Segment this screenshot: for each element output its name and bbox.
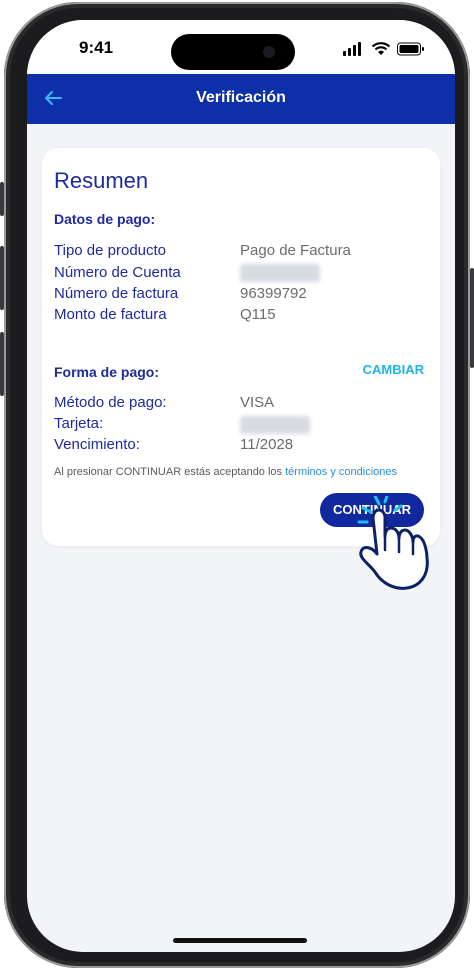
home-indicator [173, 938, 307, 943]
status-icons [343, 42, 425, 56]
summary-title: Resumen [54, 168, 149, 193]
change-payment-button[interactable]: CAMBIAR [363, 362, 424, 377]
card-number-value-redacted [240, 416, 310, 434]
terms-text: Al presionar CONTINUAR estás aceptando l… [54, 466, 283, 478]
screen: 9:41 Verificación Resumen Datos de pago:… [27, 20, 455, 952]
invoice-amount-value: Q115 [240, 306, 276, 323]
account-number-value-redacted [240, 264, 320, 282]
card-label: Tarjeta: [54, 415, 104, 432]
payment-method-value: VISA [240, 394, 275, 411]
dynamic-island [171, 34, 295, 70]
volume-down-button [0, 332, 4, 396]
camera-icon [263, 46, 275, 58]
account-number-label: Número de Cuenta [54, 264, 181, 281]
volume-up-button [0, 246, 4, 310]
silent-switch [0, 182, 4, 216]
status-bar: 9:41 [27, 20, 455, 74]
status-time: 9:41 [79, 38, 114, 57]
product-type-value: Pago de Factura [240, 242, 351, 259]
invoice-number-label: Número de factura [54, 285, 179, 302]
battery-icon [397, 42, 424, 56]
wifi-icon [371, 42, 391, 55]
page-title: Verificación [196, 89, 286, 106]
signal-icon [343, 42, 365, 56]
summary-card: Resumen Datos de pago: Tipo de producto … [42, 148, 440, 546]
power-button [470, 268, 474, 368]
invoice-number-value: 96399792 [240, 285, 307, 302]
payment-data-heading: Datos de pago: [54, 211, 156, 227]
expiry-value: 11/2028 [240, 436, 294, 453]
app-bar: Verificación [27, 74, 455, 124]
payment-method-label: Método de pago: [54, 394, 167, 411]
payment-method-heading: Forma de pago: [54, 364, 160, 380]
terms-notice: Al presionar CONTINUAR estás aceptando l… [54, 466, 397, 478]
tap-hand-icon [357, 496, 429, 590]
product-type-label: Tipo de producto [54, 242, 167, 259]
terms-link[interactable]: términos y condiciones [285, 466, 397, 478]
expiry-label: Vencimiento: [54, 436, 140, 453]
phone-frame: 9:41 Verificación Resumen Datos de pago:… [0, 2, 474, 968]
invoice-amount-label: Monto de factura [54, 306, 167, 323]
